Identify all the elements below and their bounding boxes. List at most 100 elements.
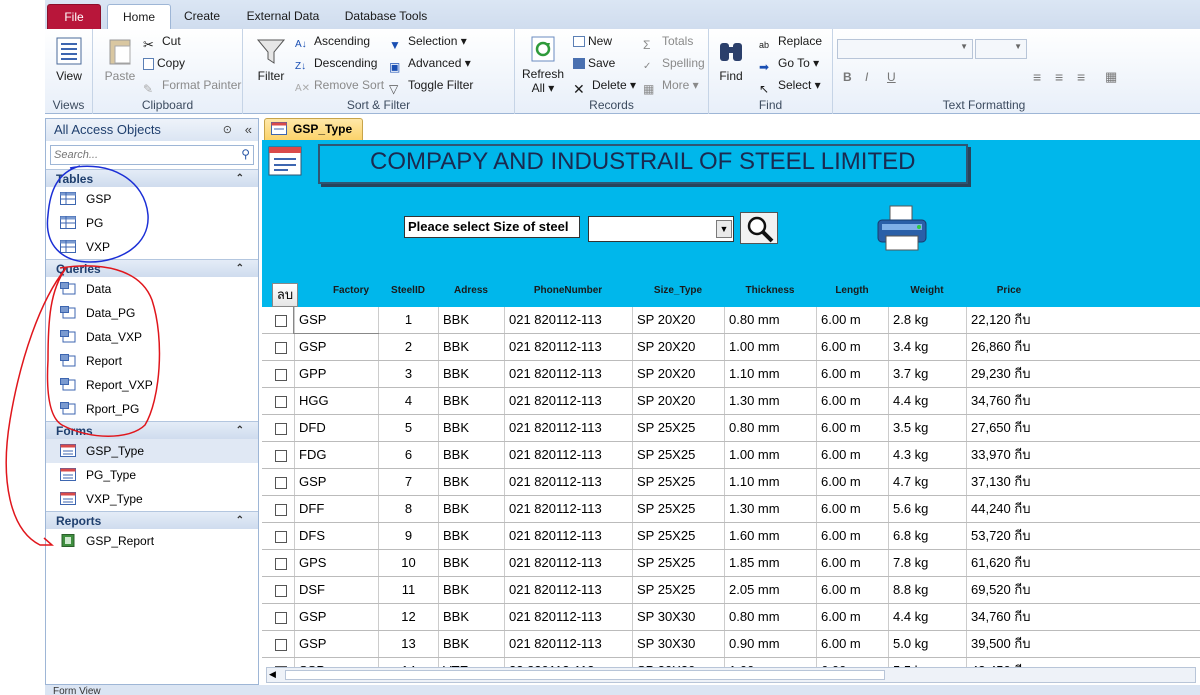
nav-item-form-vxp-type[interactable]: VXP_Type (46, 487, 258, 511)
cell-factory[interactable]: GSP (294, 334, 378, 360)
cell-length[interactable]: 6.00 m (816, 442, 888, 468)
size-combo-box[interactable]: ▼ (588, 216, 734, 242)
cell-thickness[interactable]: 1.60 mm (724, 523, 816, 549)
cell-phone[interactable]: 021 820112-113 (504, 469, 632, 495)
nav-item-query-data-pg[interactable]: Data_PG (46, 301, 258, 325)
nav-header[interactable]: All Access Objects ⊙ « (46, 119, 258, 141)
cell-price[interactable]: 39,500 กีบ (966, 631, 1052, 657)
cell-length[interactable]: 6.00 m (816, 658, 888, 667)
cell-phone[interactable]: 021 820112-113 (504, 442, 632, 468)
align-left-icon[interactable]: ≡ (1033, 67, 1041, 87)
cell-adress[interactable]: BBK (438, 361, 504, 387)
cell-thickness[interactable]: 2.05 mm (724, 577, 816, 603)
row-delete-checkbox[interactable] (275, 423, 287, 435)
cell-length[interactable]: 6.00 m (816, 550, 888, 576)
cell-price[interactable]: 53,720 กีบ (966, 523, 1052, 549)
align-center-icon[interactable]: ≡ (1055, 67, 1063, 87)
cell-weight[interactable]: 7.8 kg (888, 550, 966, 576)
toggle-filter-button[interactable]: ▽ Toggle Filter (389, 75, 473, 96)
tab-external-data[interactable]: External Data (233, 4, 333, 30)
table-row[interactable]: GSP 1 BBK 021 820112-113 SP 20X20 0.80 mm 6.00… (262, 307, 1200, 334)
save-record-button[interactable]: Save (573, 53, 615, 73)
cell-steelid[interactable]: 6 (378, 442, 438, 468)
nav-item-query-report-vxp[interactable]: Report_VXP (46, 373, 258, 397)
cell-adress[interactable]: BBK (438, 496, 504, 522)
cell-size-type[interactable]: SP 25X25 (632, 550, 724, 576)
cell-adress[interactable]: BBK (438, 307, 504, 333)
cell-size-type[interactable]: SP 30X30 (632, 604, 724, 630)
nav-search-input[interactable] (51, 146, 231, 164)
italic-button[interactable]: I (865, 67, 868, 87)
cell-phone[interactable]: 021 820112-113 (504, 307, 632, 333)
cell-price[interactable]: 29,230 กีบ (966, 361, 1052, 387)
column-header-adress[interactable]: Adress (438, 274, 504, 307)
cell-adress[interactable]: BBK (438, 469, 504, 495)
cell-steelid[interactable]: 1 (378, 307, 438, 333)
cell-weight[interactable]: 5.0 kg (888, 631, 966, 657)
nav-item-query-data-vxp[interactable]: Data_VXP (46, 325, 258, 349)
cell-phone[interactable]: 021 820112-113 (504, 550, 632, 576)
cell-size-type[interactable]: SP 20X20 (632, 307, 724, 333)
cell-weight[interactable]: 2.8 kg (888, 307, 966, 333)
align-right-icon[interactable]: ≡ (1077, 67, 1085, 87)
cell-thickness[interactable]: 1.85 mm (724, 550, 816, 576)
column-header-thickness[interactable]: Thickness (724, 274, 816, 307)
cell-weight[interactable]: 6.8 kg (888, 523, 966, 549)
cell-thickness[interactable]: 1.00 mm (724, 658, 816, 667)
paste-button[interactable]: Paste (101, 35, 139, 83)
cell-price[interactable]: 27,650 กีบ (966, 415, 1052, 441)
cell-adress[interactable]: VTE (438, 658, 504, 667)
cell-adress[interactable]: BBK (438, 631, 504, 657)
cell-factory[interactable]: FDG (294, 442, 378, 468)
cell-steelid[interactable]: 11 (378, 577, 438, 603)
cell-factory[interactable]: DFF (294, 496, 378, 522)
cell-steelid[interactable]: 3 (378, 361, 438, 387)
row-delete-checkbox[interactable] (275, 504, 287, 516)
cell-thickness[interactable]: 1.10 mm (724, 361, 816, 387)
row-delete-checkbox[interactable] (275, 585, 287, 597)
font-size-dropdown[interactable]: ▼ (975, 39, 1027, 59)
cell-length[interactable]: 6.00 m (816, 415, 888, 441)
nav-item-query-report[interactable]: Report (46, 349, 258, 373)
cell-size-type[interactable]: SP 25X25 (632, 577, 724, 603)
tab-database-tools[interactable]: Database Tools (331, 4, 441, 30)
table-row[interactable]: SSP14VTE22 820112-113SP 30X301.00 mm6.00… (262, 658, 1200, 667)
nav-item-report-gsp-report[interactable]: GSP_Report (46, 529, 258, 553)
font-name-dropdown[interactable]: ▼ (837, 39, 973, 59)
new-record-button[interactable]: New (573, 31, 612, 51)
cell-phone[interactable]: 021 820112-113 (504, 388, 632, 414)
table-row[interactable]: GSP 12 BBK 021 820112-113 SP 30X30 0.80 mm 6.0… (262, 604, 1200, 631)
cell-steelid[interactable]: 8 (378, 496, 438, 522)
row-delete-checkbox[interactable] (275, 396, 287, 408)
cell-adress[interactable]: BBK (438, 442, 504, 468)
nav-section-reports[interactable]: Reports ⌃ (46, 511, 258, 529)
table-row[interactable]: GPP 3 BBK 021 820112-113 SP 20X20 1.10 mm 6.00… (262, 361, 1200, 388)
cell-length[interactable]: 6.00 m (816, 523, 888, 549)
scrollbar-thumb[interactable] (285, 670, 885, 680)
cell-phone[interactable]: 22 820112-113 (504, 658, 632, 667)
cell-steelid[interactable]: 14 (378, 658, 438, 667)
cell-size-type[interactable]: SP 30X30 (632, 658, 724, 667)
cell-phone[interactable]: 021 820112-113 (504, 334, 632, 360)
cell-price[interactable]: 33,970 กีบ (966, 442, 1052, 468)
cell-price[interactable]: 37,130 กีบ (966, 469, 1052, 495)
collapse-pane-icon[interactable]: « (245, 119, 252, 141)
cell-price[interactable]: 44,240 กีบ (966, 496, 1052, 522)
select-button[interactable]: ↖ Select ▾ (759, 75, 821, 96)
row-delete-checkbox[interactable] (275, 558, 287, 570)
cell-size-type[interactable]: SP 20X20 (632, 361, 724, 387)
cell-adress[interactable]: BBK (438, 523, 504, 549)
cell-factory[interactable]: GPS (294, 550, 378, 576)
cell-weight[interactable]: 4.7 kg (888, 469, 966, 495)
cell-thickness[interactable]: 1.00 mm (724, 334, 816, 360)
cell-factory[interactable]: GSP (294, 604, 378, 630)
nav-item-form-pg-type[interactable]: PG_Type (46, 463, 258, 487)
collapse-chevron-icon[interactable]: ⌃ (236, 422, 244, 440)
cell-thickness[interactable]: 1.30 mm (724, 496, 816, 522)
cell-adress[interactable]: BBK (438, 550, 504, 576)
cell-weight[interactable]: 8.8 kg (888, 577, 966, 603)
cell-factory[interactable]: SSP (294, 658, 378, 667)
printer-icon[interactable] (872, 204, 932, 254)
row-delete-checkbox[interactable] (275, 612, 287, 624)
cell-steelid[interactable]: 2 (378, 334, 438, 360)
